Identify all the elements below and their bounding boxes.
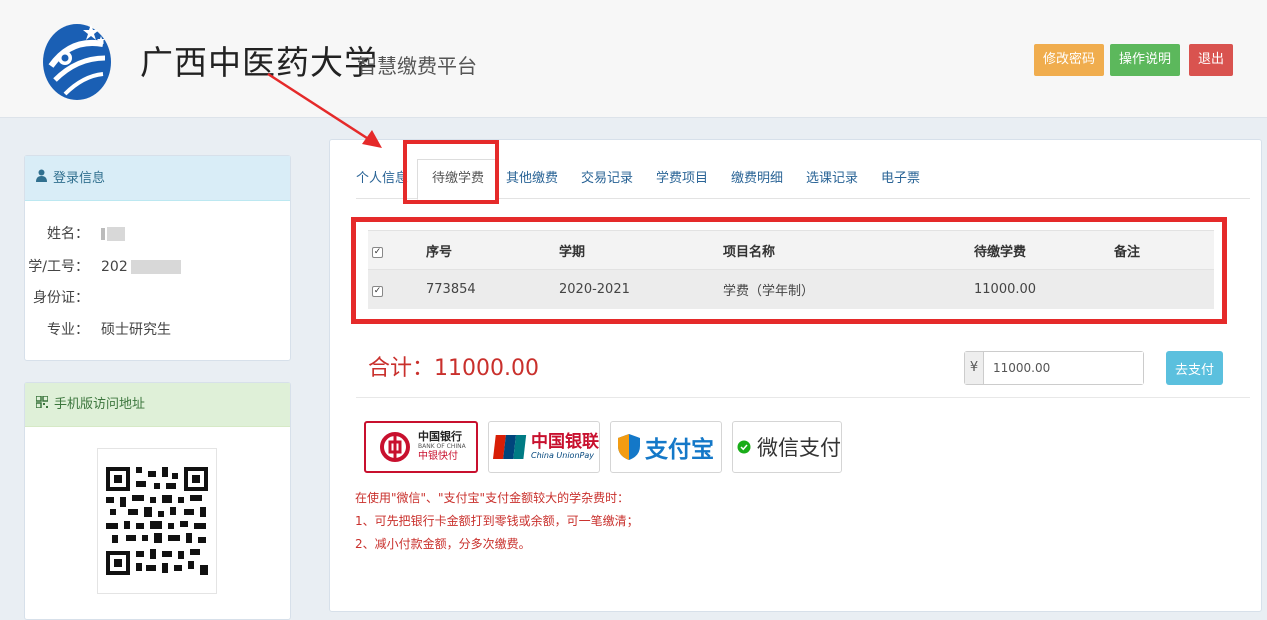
row-checkbox[interactable]: ✓ [372,285,383,297]
row-select-cell: ✓ [368,269,426,309]
row-note [1114,269,1214,309]
change-password-button[interactable]: 修改密码 [1034,44,1105,76]
site-subtitle: 智慧缴费平台 [357,54,477,78]
info-label: 学/工号： [28,259,89,275]
select-all-checkbox[interactable]: ✓ [372,246,383,258]
row-amount: 11000.00 [974,269,1114,309]
currency-addon: ¥ [965,352,984,384]
pending-fees-highlight: ✓ 序号 学期 项目名称 待缴学费 备注 ✓ 773854 2020-2021 … [351,217,1227,324]
unionpay-en: China UnionPay [531,450,594,460]
wechat-pay-option[interactable]: 微信支付 [732,421,842,473]
tab-course-records[interactable]: 选课记录 [806,167,858,186]
column-header: 备注 [1114,230,1214,270]
pay-amount-input[interactable] [984,352,1143,384]
alipay-name: 支付宝 [645,437,714,463]
mobile-qr-header: 手机版访问地址 [25,383,290,427]
tab-transactions[interactable]: 交易记录 [581,167,633,186]
mobile-qr-panel: 手机版访问地址 [24,382,291,620]
wechat-check-icon [737,440,751,454]
site-title: 广西中医药大学 [140,43,378,82]
notice-line: 在使用"微信"、"支付宝"支付金额较大的学杂费时： [355,491,630,505]
column-header: 学期 [559,230,723,270]
info-row-id: 学/工号： 202 [15,256,181,276]
header: 广西中医药大学 智慧缴费平台 修改密码 操作说明 退出 [0,0,1267,118]
unionpay-option[interactable]: 中国银联 China UnionPay [488,421,600,473]
pay-button[interactable]: 去支付 [1166,351,1223,385]
mobile-qr-code [97,448,217,594]
row-id: 773854 [426,269,559,309]
table-header-row: ✓ 序号 学期 项目名称 待缴学费 备注 [368,230,1214,270]
login-info-panel: 登录信息 姓名： 学/工号： 202 身份证： 专业： 硕士研究生 [24,155,291,361]
unionpay-logo-icon [493,435,527,459]
table-row[interactable]: ✓ 773854 2020-2021 学费（学年制） 11000.00 [368,269,1214,309]
info-label: 专业： [47,322,89,338]
column-header: 序号 [426,230,559,270]
tab-e-invoice[interactable]: 电子票 [881,167,920,186]
mobile-qr-title: 手机版访问地址 [54,397,146,412]
logout-button[interactable]: 退出 [1189,44,1234,76]
qrcode-icon [35,383,49,427]
pending-fees-table: ✓ 序号 学期 项目名称 待缴学费 备注 ✓ 773854 2020-2021 … [368,230,1214,309]
boc-pay-option[interactable]: 中国银行 BANK OF CHINA 中银快付 [364,421,478,473]
user-icon [36,156,47,201]
select-all-cell: ✓ [368,230,426,270]
notice-line: 1、可先把银行卡金额打到零钱或余额，可一笔缴清； [355,514,639,528]
alipay-shield-icon [618,434,640,460]
wechat-name: 微信支付 [757,436,841,460]
info-label: 身份证： [33,290,89,306]
info-row-name: 姓名： [15,223,125,243]
tab-highlight-box [403,140,499,204]
row-item: 学费（学年制） [723,269,974,309]
main-panel: 个人信息 待缴学费 其他缴费 交易记录 学费项目 缴费明细 选课记录 电子票 ✓… [329,139,1262,612]
info-row-major: 专业： 硕士研究生 [15,319,171,339]
unionpay-name: 中国银联 [531,432,599,453]
pay-amount-group: ¥ [964,351,1144,385]
total-amount: 合计：11000.00 [368,356,539,381]
notice-line: 2、减小付款金额，分多次缴费。 [355,537,531,551]
info-value [101,226,125,242]
boc-sub: 中银快付 [418,451,458,463]
login-info-header: 登录信息 [25,156,290,201]
row-term: 2020-2021 [559,269,723,309]
tab-other-payments[interactable]: 其他缴费 [506,167,558,186]
alipay-option[interactable]: 支付宝 [610,421,722,473]
university-logo [43,24,111,100]
divider [356,397,1250,398]
column-header: 待缴学费 [974,230,1114,270]
help-button[interactable]: 操作说明 [1110,44,1181,76]
column-header: 项目名称 [723,230,974,270]
boc-en: BANK OF CHINA [418,443,466,451]
info-value: 硕士研究生 [101,322,171,338]
tab-personal-info[interactable]: 个人信息 [356,167,408,186]
tab-tuition-items[interactable]: 学费项目 [656,167,708,186]
info-label: 姓名： [47,226,89,242]
boc-logo-icon [380,432,410,462]
info-row-idcard: 身份证： [15,287,101,307]
tab-payment-details[interactable]: 缴费明细 [731,167,783,186]
info-value: 202 [101,259,181,275]
login-info-title: 登录信息 [53,171,106,186]
